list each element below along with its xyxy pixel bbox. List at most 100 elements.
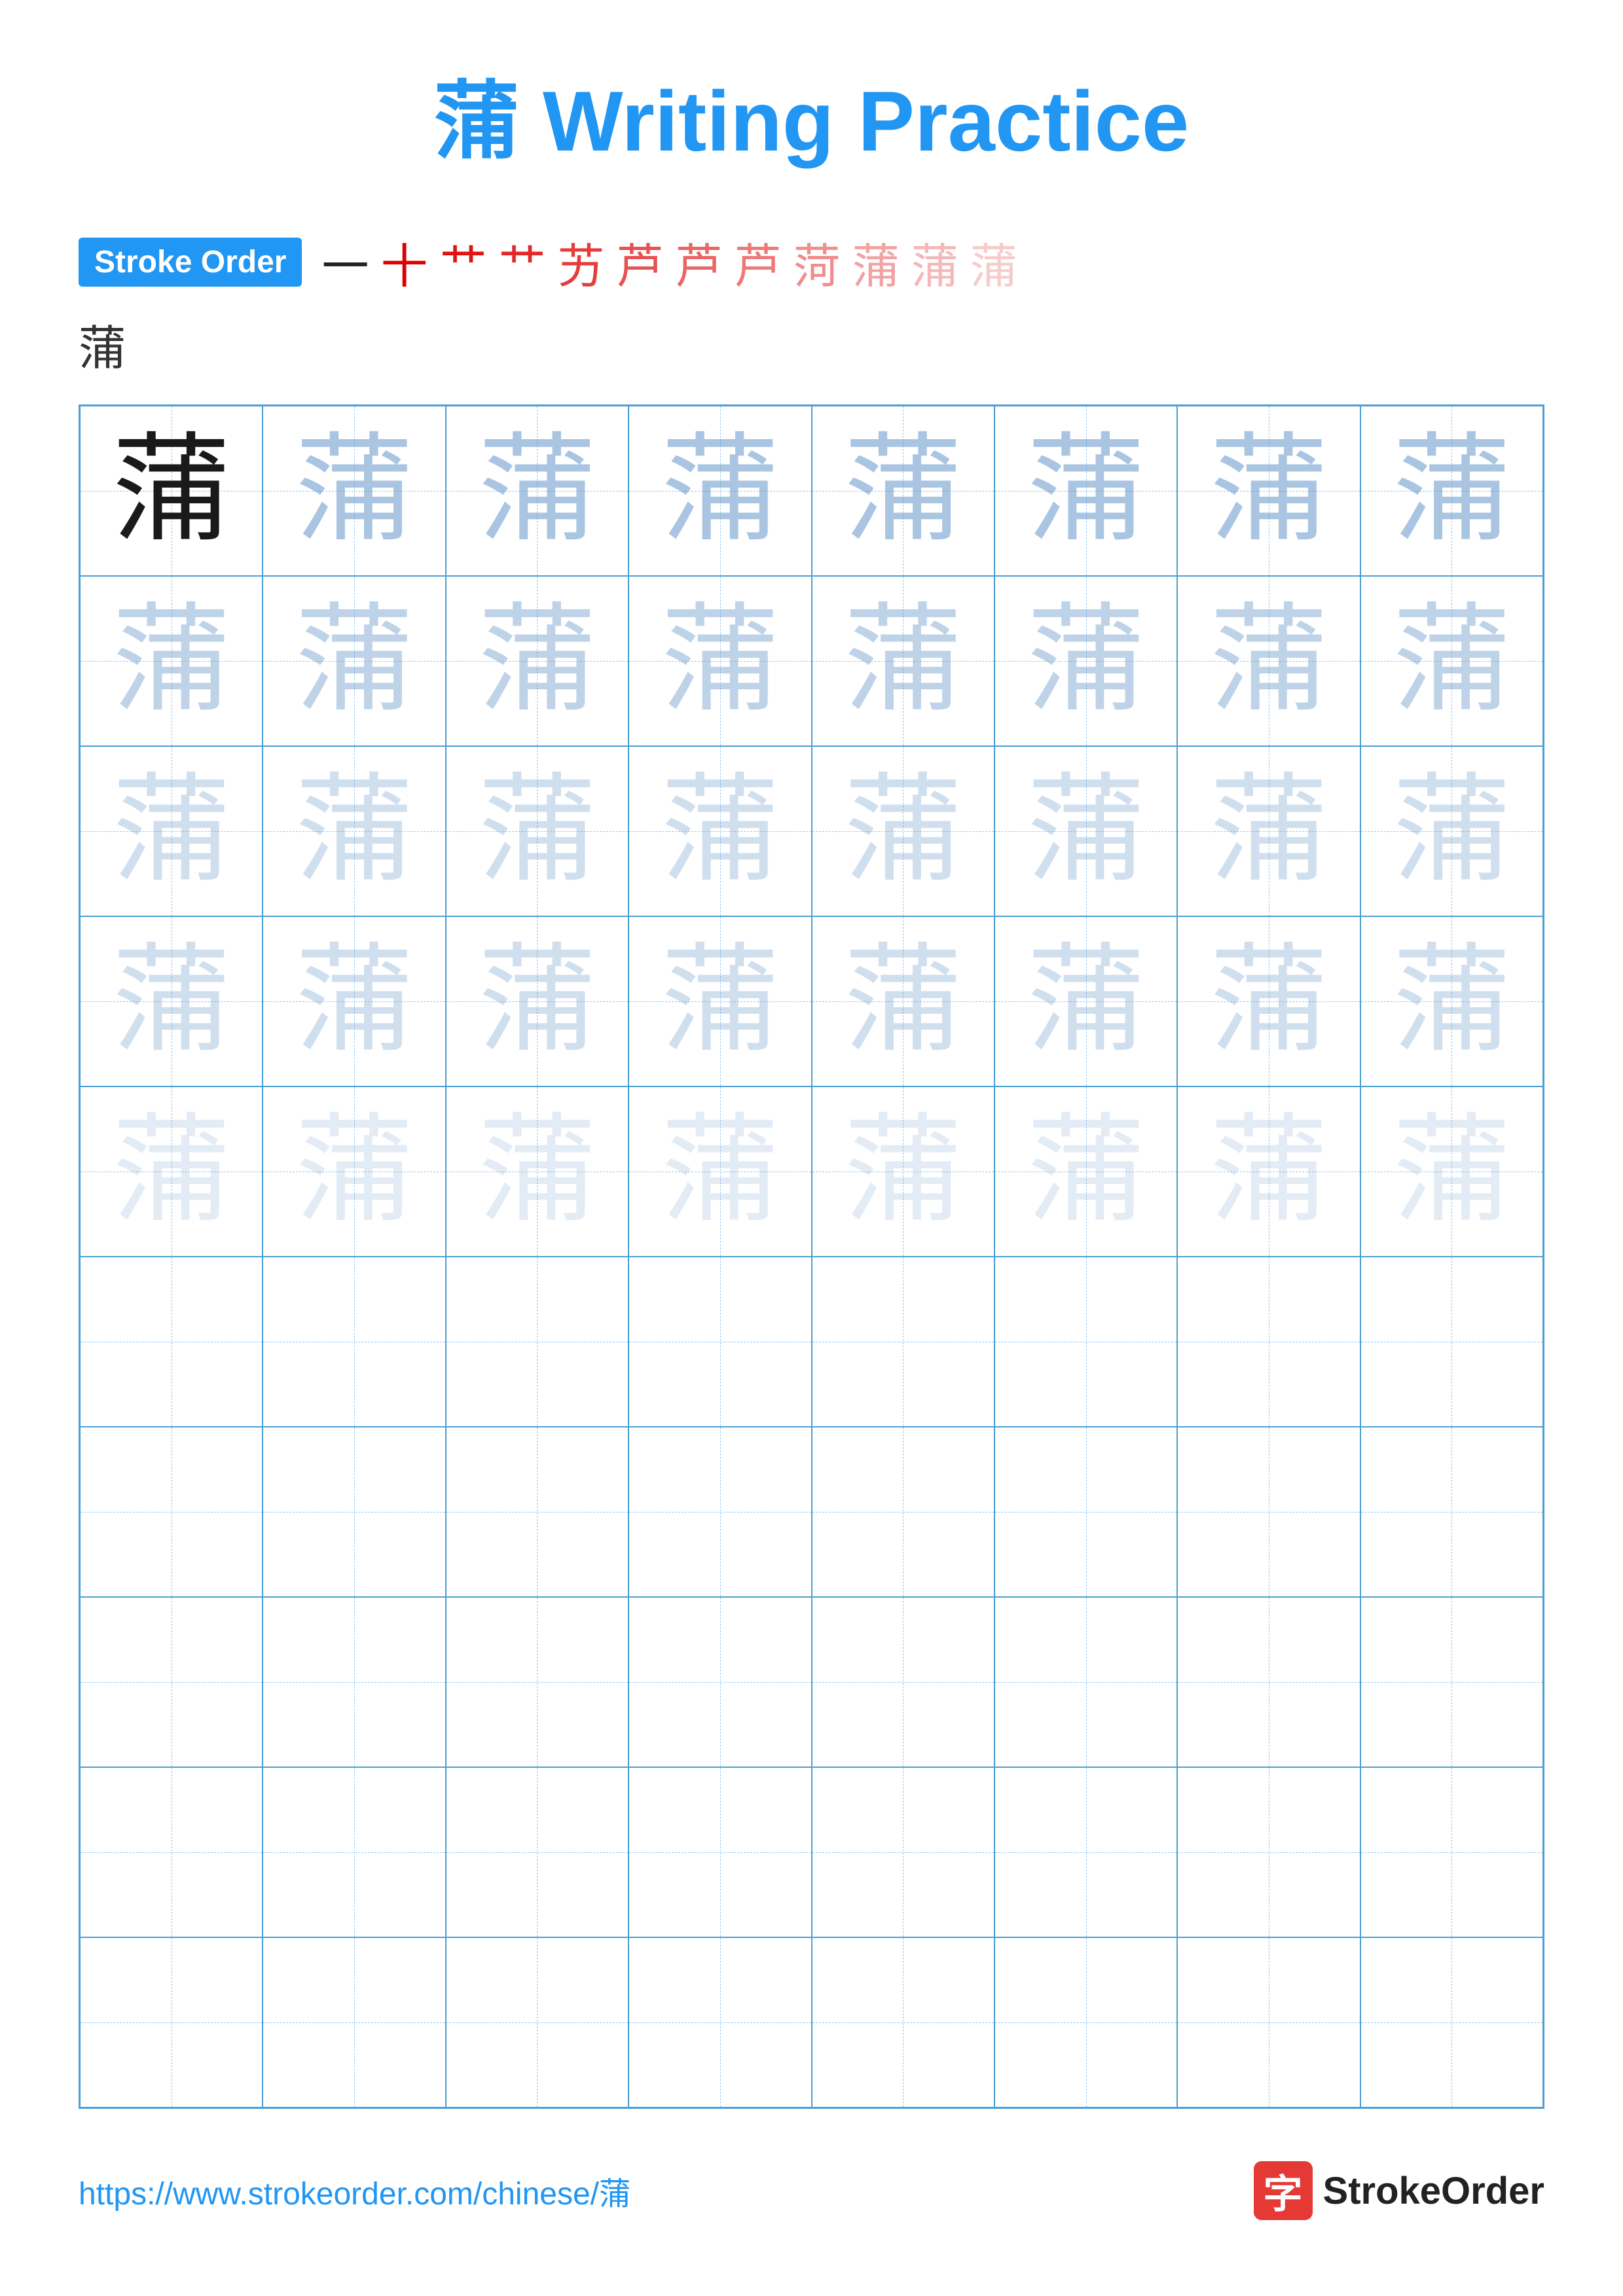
grid-char: 蒲 — [295, 432, 413, 550]
grid-cell-r5c1[interactable]: 蒲 — [80, 1086, 263, 1257]
grid-cell-r7c4[interactable] — [629, 1427, 811, 1597]
grid-cell-r3c5[interactable]: 蒲 — [812, 746, 994, 916]
grid-cell-r4c1[interactable]: 蒲 — [80, 916, 263, 1086]
grid-cell-r2c3[interactable]: 蒲 — [446, 576, 629, 746]
grid-cell-r7c8[interactable] — [1360, 1427, 1543, 1597]
practice-grid: 蒲 蒲 蒲 蒲 蒲 蒲 蒲 蒲 蒲 蒲 蒲 蒲 蒲 蒲 蒲 蒲 蒲 蒲 蒲 蒲 … — [79, 404, 1544, 2109]
stroke-sequence: 一 十 艹 艹 艻 芦 芦 芦 菏 蒲 蒲 蒲 — [321, 228, 1017, 296]
grid-char: 蒲 — [1027, 602, 1145, 720]
grid-char: 蒲 — [1210, 772, 1328, 890]
grid-cell-r9c2[interactable] — [263, 1767, 445, 1937]
grid-char: 蒲 — [478, 432, 596, 550]
grid-cell-r4c5[interactable]: 蒲 — [812, 916, 994, 1086]
grid-cell-r6c3[interactable] — [446, 1257, 629, 1427]
grid-char: 蒲 — [1393, 772, 1510, 890]
grid-cell-r8c2[interactable] — [263, 1597, 445, 1767]
grid-cell-r10c8[interactable] — [1360, 1937, 1543, 2108]
grid-cell-r3c8[interactable]: 蒲 — [1360, 746, 1543, 916]
grid-cell-r4c6[interactable]: 蒲 — [994, 916, 1177, 1086]
grid-cell-r4c8[interactable]: 蒲 — [1360, 916, 1543, 1086]
stroke-11: 蒲 — [911, 228, 958, 296]
grid-char: 蒲 — [1210, 942, 1328, 1060]
grid-cell-r4c7[interactable]: 蒲 — [1177, 916, 1360, 1086]
grid-cell-r10c5[interactable] — [812, 1937, 994, 2108]
grid-cell-r2c2[interactable]: 蒲 — [263, 576, 445, 746]
grid-cell-r3c1[interactable]: 蒲 — [80, 746, 263, 916]
grid-char: 蒲 — [1027, 1113, 1145, 1230]
grid-cell-r3c2[interactable]: 蒲 — [263, 746, 445, 916]
grid-cell-r8c6[interactable] — [994, 1597, 1177, 1767]
grid-cell-r9c1[interactable] — [80, 1767, 263, 1937]
grid-cell-r9c8[interactable] — [1360, 1767, 1543, 1937]
grid-cell-r10c1[interactable] — [80, 1937, 263, 2108]
stroke-5: 艻 — [558, 228, 605, 296]
grid-cell-r10c3[interactable] — [446, 1937, 629, 2108]
grid-cell-r5c4[interactable]: 蒲 — [629, 1086, 811, 1257]
grid-cell-r10c7[interactable] — [1177, 1937, 1360, 2108]
character-label: 蒲 — [79, 310, 1544, 378]
grid-cell-r7c7[interactable] — [1177, 1427, 1360, 1597]
grid-cell-r3c6[interactable]: 蒲 — [994, 746, 1177, 916]
grid-cell-r1c1[interactable]: 蒲 — [80, 406, 263, 576]
grid-cell-r6c4[interactable] — [629, 1257, 811, 1427]
grid-cell-r7c2[interactable] — [263, 1427, 445, 1597]
grid-cell-r3c7[interactable]: 蒲 — [1177, 746, 1360, 916]
grid-cell-r1c6[interactable]: 蒲 — [994, 406, 1177, 576]
grid-cell-r7c3[interactable] — [446, 1427, 629, 1597]
grid-cell-r6c7[interactable] — [1177, 1257, 1360, 1427]
grid-cell-r9c4[interactable] — [629, 1767, 811, 1937]
grid-cell-r7c6[interactable] — [994, 1427, 1177, 1597]
grid-cell-r9c7[interactable] — [1177, 1767, 1360, 1937]
grid-cell-r4c2[interactable]: 蒲 — [263, 916, 445, 1086]
grid-cell-r2c5[interactable]: 蒲 — [812, 576, 994, 746]
grid-cell-r8c1[interactable] — [80, 1597, 263, 1767]
grid-cell-r1c3[interactable]: 蒲 — [446, 406, 629, 576]
grid-cell-r6c8[interactable] — [1360, 1257, 1543, 1427]
grid-cell-r5c8[interactable]: 蒲 — [1360, 1086, 1543, 1257]
grid-cell-r1c7[interactable]: 蒲 — [1177, 406, 1360, 576]
grid-cell-r9c3[interactable] — [446, 1767, 629, 1937]
grid-cell-r8c3[interactable] — [446, 1597, 629, 1767]
grid-cell-r8c8[interactable] — [1360, 1597, 1543, 1767]
grid-cell-r9c6[interactable] — [994, 1767, 1177, 1937]
grid-cell-r5c3[interactable]: 蒲 — [446, 1086, 629, 1257]
grid-cell-r6c5[interactable] — [812, 1257, 994, 1427]
grid-cell-r2c7[interactable]: 蒲 — [1177, 576, 1360, 746]
grid-char: 蒲 — [1210, 432, 1328, 550]
grid-char: 蒲 — [1210, 602, 1328, 720]
grid-cell-r8c4[interactable] — [629, 1597, 811, 1767]
grid-cell-r1c8[interactable]: 蒲 — [1360, 406, 1543, 576]
grid-char: 蒲 — [1393, 942, 1510, 1060]
grid-cell-r4c4[interactable]: 蒲 — [629, 916, 811, 1086]
grid-cell-r8c5[interactable] — [812, 1597, 994, 1767]
grid-cell-r7c5[interactable] — [812, 1427, 994, 1597]
grid-cell-r2c8[interactable]: 蒲 — [1360, 576, 1543, 746]
grid-cell-r5c7[interactable]: 蒲 — [1177, 1086, 1360, 1257]
grid-char: 蒲 — [113, 432, 230, 550]
grid-char: 蒲 — [1210, 1113, 1328, 1230]
grid-cell-r5c5[interactable]: 蒲 — [812, 1086, 994, 1257]
grid-cell-r2c6[interactable]: 蒲 — [994, 576, 1177, 746]
grid-cell-r2c4[interactable]: 蒲 — [629, 576, 811, 746]
grid-cell-r7c1[interactable] — [80, 1427, 263, 1597]
grid-cell-r3c4[interactable]: 蒲 — [629, 746, 811, 916]
grid-cell-r6c6[interactable] — [994, 1257, 1177, 1427]
grid-cell-r10c6[interactable] — [994, 1937, 1177, 2108]
grid-char: 蒲 — [844, 432, 962, 550]
grid-cell-r5c2[interactable]: 蒲 — [263, 1086, 445, 1257]
grid-cell-r9c5[interactable] — [812, 1767, 994, 1937]
grid-cell-r1c5[interactable]: 蒲 — [812, 406, 994, 576]
grid-cell-r1c2[interactable]: 蒲 — [263, 406, 445, 576]
grid-cell-r5c6[interactable]: 蒲 — [994, 1086, 1177, 1257]
grid-char: 蒲 — [113, 602, 230, 720]
grid-cell-r1c4[interactable]: 蒲 — [629, 406, 811, 576]
grid-cell-r10c2[interactable] — [263, 1937, 445, 2108]
grid-cell-r8c7[interactable] — [1177, 1597, 1360, 1767]
grid-cell-r10c4[interactable] — [629, 1937, 811, 2108]
grid-cell-r4c3[interactable]: 蒲 — [446, 916, 629, 1086]
grid-cell-r6c2[interactable] — [263, 1257, 445, 1427]
grid-cell-r3c3[interactable]: 蒲 — [446, 746, 629, 916]
grid-cell-r2c1[interactable]: 蒲 — [80, 576, 263, 746]
grid-cell-r6c1[interactable] — [80, 1257, 263, 1427]
grid-char: 蒲 — [1393, 1113, 1510, 1230]
